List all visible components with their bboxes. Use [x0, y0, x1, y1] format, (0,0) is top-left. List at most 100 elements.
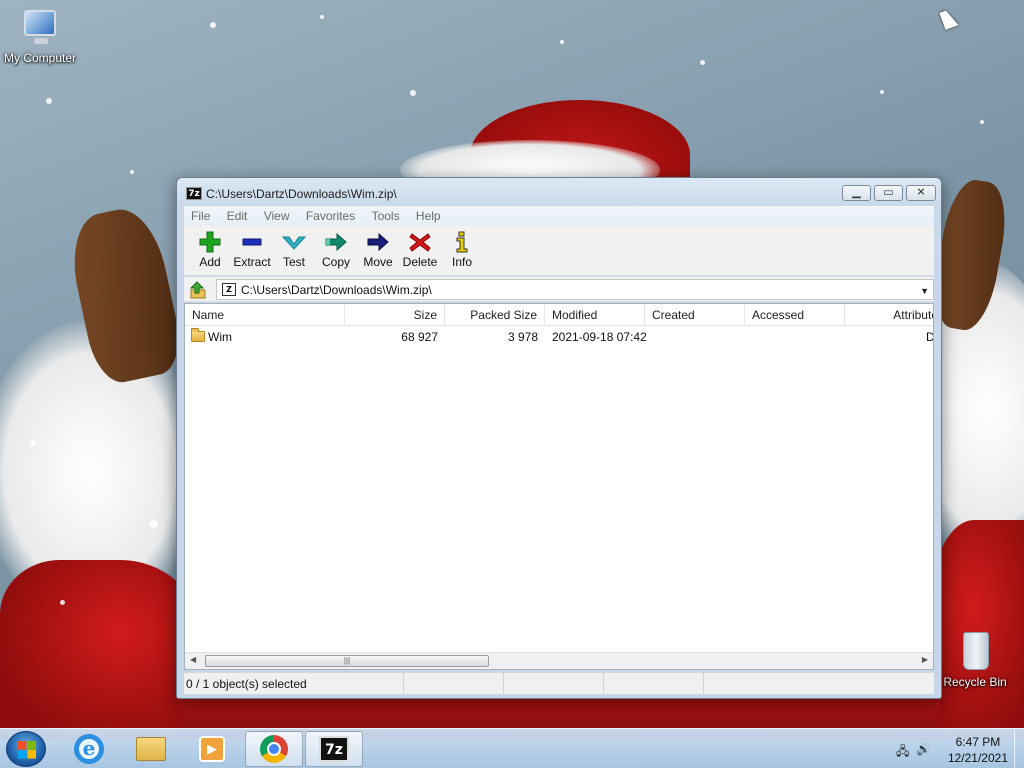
copy-label: Copy [321, 255, 350, 269]
check-icon [281, 230, 307, 254]
scroll-left-icon[interactable]: ◀ [190, 655, 196, 664]
wallpaper-coat-right [930, 520, 1024, 740]
list-header: Name Size Packed Size Modified Created A… [185, 304, 933, 326]
table-row[interactable]: Wim 68 927 3 978 2021-09-18 07:42 D [185, 327, 933, 347]
clock-time: 6:47 PM [955, 735, 1001, 749]
windows-logo-icon [18, 741, 36, 759]
extract-button[interactable]: Extract [231, 226, 273, 274]
test-button[interactable]: Test [273, 226, 315, 274]
extract-label: Extract [233, 255, 271, 269]
system-tray: 🖧 🔊 6:47 PM 12/21/2021 [884, 729, 1024, 768]
address-path: C:\Users\Dartz\Downloads\Wim.zip\ [241, 283, 432, 297]
media-player-icon: ▶ [199, 736, 225, 762]
info-label: Info [451, 255, 472, 269]
7zip-app-icon: 7z [186, 187, 202, 200]
address-field[interactable]: Z C:\Users\Dartz\Downloads\Wim.zip\ ▼ [216, 279, 934, 300]
status-section-4 [604, 673, 704, 695]
move-label: Move [363, 255, 393, 269]
taskbar-media-player[interactable]: ▶ [183, 731, 241, 767]
taskbar: e ▶ 7z 🖧 🔊 6:47 PM 12/21/2021 [0, 728, 1024, 768]
desktop-icon-my-computer[interactable]: My Computer [0, 8, 80, 65]
cell-modified: 2021-09-18 07:42 [552, 330, 647, 344]
column-header-modified[interactable]: Modified [545, 304, 645, 326]
network-icon[interactable]: 🖧 [896, 742, 909, 763]
menu-favorites[interactable]: Favorites [299, 206, 361, 223]
column-header-name[interactable]: Name [185, 304, 345, 326]
cell-size: 68 927 [401, 330, 438, 344]
status-section-2 [404, 673, 504, 695]
plus-icon [197, 230, 223, 254]
window-title: C:\Users\Dartz\Downloads\Wim.zip\ [206, 187, 397, 201]
volume-icon[interactable]: 🔊 [916, 742, 931, 756]
menu-file[interactable]: File [184, 206, 216, 223]
clock-date: 12/21/2021 [947, 751, 1008, 765]
scroll-thumb[interactable]: ||| [205, 655, 489, 667]
column-header-accessed[interactable]: Accessed [745, 304, 845, 326]
column-header-size[interactable]: Size [345, 304, 445, 326]
move-button[interactable]: Move [357, 226, 399, 274]
file-list[interactable]: Name Size Packed Size Modified Created A… [184, 303, 934, 670]
add-label: Add [199, 255, 221, 269]
scroll-right-icon[interactable]: ▶ [922, 655, 928, 664]
chevron-down-icon[interactable]: ▼ [920, 286, 929, 296]
7zip-window: 7z C:\Users\Dartz\Downloads\Wim.zip\ ▁ ▭… [176, 177, 942, 699]
recycle-bin-icon [953, 632, 997, 672]
move-arrow-icon [365, 230, 391, 254]
cell-packed-size: 3 978 [507, 330, 538, 344]
minimize-icon: ▁ [852, 186, 861, 199]
x-icon [407, 230, 433, 254]
close-icon: ✕ [916, 186, 926, 199]
copy-arrow-icon [323, 230, 349, 254]
menu-view[interactable]: View [257, 206, 296, 223]
minus-icon [239, 230, 265, 254]
chrome-icon [260, 735, 288, 763]
cell-attributes: D [926, 330, 934, 344]
status-section-3 [504, 673, 604, 695]
close-button[interactable]: ✕ [906, 185, 936, 201]
archive-icon: Z [222, 283, 236, 296]
up-folder-button[interactable] [188, 280, 210, 300]
taskbar-7zip[interactable]: 7z [305, 731, 363, 767]
column-header-created[interactable]: Created [645, 304, 745, 326]
window-titlebar[interactable]: 7z C:\Users\Dartz\Downloads\Wim.zip\ ▁ ▭… [177, 178, 941, 208]
taskbar-internet-explorer[interactable]: e [60, 731, 118, 767]
internet-explorer-icon: e [74, 734, 104, 764]
horizontal-scrollbar[interactable]: ◀ ||| ▶ [185, 652, 933, 669]
info-button[interactable]: Info [441, 226, 483, 274]
delete-label: Delete [402, 255, 438, 269]
address-bar: Z C:\Users\Dartz\Downloads\Wim.zip\ ▼ [184, 277, 934, 302]
column-header-packed-size[interactable]: Packed Size [445, 304, 545, 326]
copy-button[interactable]: Copy [315, 226, 357, 274]
toolbar: Add Extract Test Copy Move Delete Info [184, 226, 934, 276]
up-arrow-icon [189, 281, 206, 299]
computer-icon [18, 8, 62, 48]
clock[interactable]: 6:47 PM 12/21/2021 [948, 734, 1008, 766]
menu-bar: File Edit View Favorites Tools Help [184, 206, 934, 226]
desktop-icon-label: My Computer [3, 51, 77, 65]
delete-button[interactable]: Delete [399, 226, 441, 274]
add-button[interactable]: Add [189, 226, 231, 274]
test-label: Test [282, 255, 305, 269]
cell-created [645, 327, 745, 347]
cell-accessed [745, 327, 845, 347]
menu-edit[interactable]: Edit [220, 206, 254, 223]
column-header-attributes[interactable]: Attributes [845, 304, 933, 326]
status-selection: 0 / 1 object(s) selected [184, 673, 404, 695]
maximize-icon: ▭ [883, 186, 894, 199]
menu-tools[interactable]: Tools [365, 206, 406, 223]
7zip-icon: 7z [319, 736, 349, 762]
desktop-icon-label: Recycle Bin [943, 675, 1007, 689]
folder-icon [136, 737, 166, 761]
minimize-button[interactable]: ▁ [842, 185, 871, 201]
menu-help[interactable]: Help [409, 206, 447, 223]
wallpaper-coat-left [0, 560, 200, 740]
status-bar: 0 / 1 object(s) selected [184, 672, 934, 695]
cell-name: Wim [208, 330, 232, 344]
desktop-icon-recycle-bin[interactable]: Recycle Bin [935, 632, 1015, 689]
start-button[interactable] [6, 731, 46, 767]
maximize-button[interactable]: ▭ [874, 185, 903, 201]
show-desktop-button[interactable] [1014, 729, 1024, 768]
taskbar-chrome[interactable] [245, 731, 303, 767]
info-icon [449, 230, 475, 254]
taskbar-file-explorer[interactable] [122, 731, 180, 767]
